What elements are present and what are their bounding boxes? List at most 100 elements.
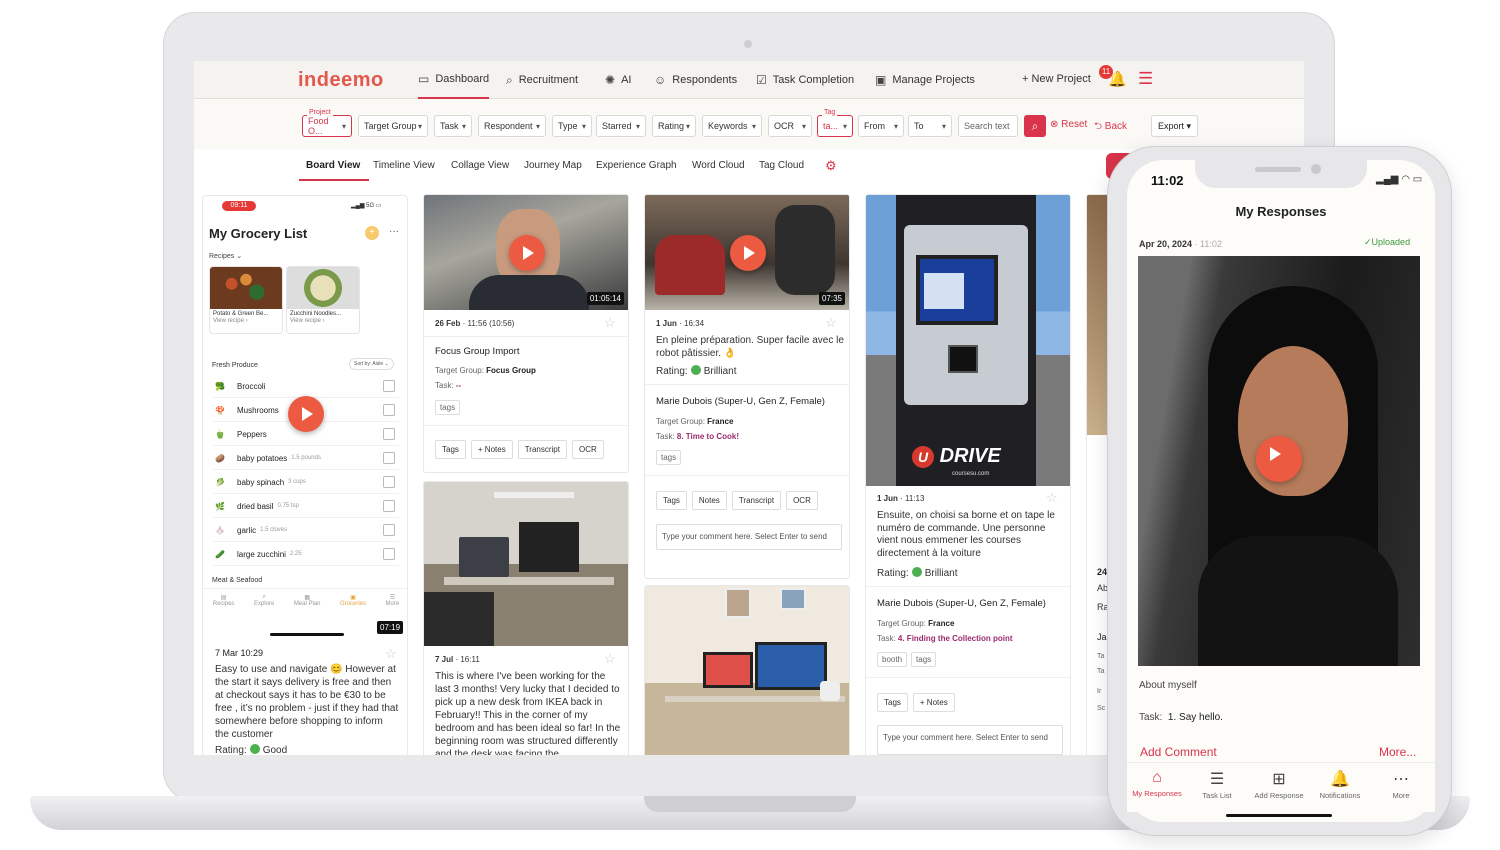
new-project-button[interactable]: + New Project — [1022, 73, 1091, 85]
nav-respondents[interactable]: ☺ Respondents — [654, 61, 737, 99]
nav-ai[interactable]: ✺ AI — [605, 61, 631, 99]
notes-button[interactable]: + Notes — [912, 693, 955, 712]
photo-thumbnail[interactable] — [645, 586, 849, 755]
tab-word-cloud[interactable]: Word Cloud — [692, 160, 745, 171]
response-card[interactable]: 01:05:14 26 Feb · 11:56 (10:56) ☆ Focus … — [423, 194, 629, 473]
more-icon: ··· — [389, 226, 399, 237]
checkbox — [383, 404, 395, 416]
add-comment-link[interactable]: Add Comment — [1140, 745, 1217, 759]
starred-filter[interactable]: Starred ▾ — [596, 115, 646, 137]
tab-meal-plan: ▦ Meal Plan — [293, 595, 321, 607]
video-duration: 01:05:14 — [586, 292, 624, 305]
response-card[interactable]: U DRIVE coursesu.com 1 Jun · 11:13 ☆ Ens… — [865, 194, 1071, 755]
tab-add-response[interactable]: ⊞ Add Response — [1249, 769, 1309, 800]
response-date: 1 Jun · 11:13 — [877, 494, 925, 503]
tab-tag-cloud[interactable]: Tag Cloud — [759, 160, 804, 171]
tab-task-list[interactable]: ☰ Task List — [1187, 769, 1247, 800]
rating: Rating: Good — [215, 744, 288, 755]
gear-icon[interactable]: ⚙ — [825, 158, 837, 174]
play-button[interactable] — [730, 235, 766, 271]
export-button[interactable]: Export ▾ — [1151, 115, 1199, 137]
checkbox — [383, 524, 395, 536]
star-icon[interactable]: ☆ — [825, 315, 837, 331]
tab-collage-view[interactable]: Collage View — [451, 160, 509, 171]
star-icon[interactable]: ☆ — [604, 651, 616, 667]
play-button[interactable] — [1256, 436, 1302, 482]
tab-board-view[interactable]: Board View — [306, 160, 360, 171]
rating: Rating: Brilliant — [877, 567, 958, 579]
more-link[interactable]: More... — [1379, 745, 1416, 759]
type-filter[interactable]: Type ▾ — [552, 115, 592, 137]
tag-filter[interactable]: Tag ta... ▾ — [817, 109, 853, 137]
response-card[interactable]: 7 Jul · 16:11 ☆ This is where I've been … — [423, 481, 629, 755]
tab-experience-graph[interactable]: Experience Graph — [596, 160, 677, 171]
nav-recruitment[interactable]: ⌕ Recruitment — [506, 61, 578, 99]
search-input[interactable]: Search text — [958, 115, 1018, 137]
nav-task-completion[interactable]: ☑ Task Completion — [756, 61, 854, 99]
photo-thumbnail[interactable] — [424, 482, 628, 646]
project-filter[interactable]: Project Food O... ▾ — [302, 109, 352, 137]
grocery-response-card[interactable]: 09:11 ▂▄▆ 5G ▭ My Grocery List + ··· Rec… — [202, 195, 408, 755]
from-date-filter[interactable]: From ▾ — [858, 115, 904, 137]
ocr-button[interactable]: OCR — [786, 491, 818, 510]
comment-input[interactable]: Type your comment here. Select Enter to … — [656, 524, 842, 550]
chevron-down-icon: ▾ — [341, 121, 346, 131]
response-date: 7 Jul · 16:11 — [435, 655, 480, 664]
tab-my-responses[interactable]: ⌂ My Responses — [1127, 769, 1187, 798]
target-group-filter[interactable]: Target Group ▾ — [358, 115, 428, 137]
chevron-down-icon: ▾ — [751, 121, 756, 131]
ocr-button[interactable]: OCR — [571, 440, 604, 459]
status-time: 09:11 — [222, 201, 256, 211]
produce-icon: 🥒 — [215, 549, 225, 559]
comment-input[interactable]: Type your comment here. Select Enter to … — [877, 725, 1063, 755]
video-thumbnail[interactable]: 07:35 — [645, 195, 849, 310]
nav-manage-projects[interactable]: ▣ Manage Projects — [875, 61, 975, 99]
tag-chip[interactable]: tags — [435, 400, 461, 415]
respondent-name: Marie Dubois (Super-U, Gen Z, Female) — [656, 396, 825, 407]
play-button[interactable] — [288, 396, 324, 432]
play-button[interactable] — [509, 235, 545, 271]
ocr-filter[interactable]: OCR ▾ — [768, 115, 812, 137]
notes-button[interactable]: Notes — [691, 491, 727, 510]
menu-icon[interactable]: ☰ — [1138, 69, 1153, 89]
video-thumbnail[interactable] — [1138, 256, 1420, 666]
back-button[interactable]: ⮌ Back — [1094, 119, 1127, 136]
checkbox — [383, 500, 395, 512]
laptop-camera — [744, 40, 752, 48]
logo[interactable]: indeemo — [298, 69, 384, 92]
tab-more[interactable]: ⋯ More — [1371, 769, 1431, 800]
transcript-button[interactable]: Transcript — [517, 440, 567, 459]
tag-chip[interactable]: tags — [656, 450, 682, 465]
photo-thumbnail[interactable]: U DRIVE coursesu.com — [866, 195, 1070, 486]
tags-button[interactable]: Tags — [877, 693, 908, 712]
rating-filter[interactable]: Rating ▾ — [652, 115, 696, 137]
produce-icon: 🧄 — [215, 525, 225, 535]
tab-groceries: ▣ Groceries — [340, 595, 367, 607]
notes-button[interactable]: + Notes — [470, 440, 513, 459]
task-filter[interactable]: Task ▾ — [434, 115, 472, 137]
search-button[interactable]: ⌕ — [1024, 115, 1046, 137]
respondent-filter[interactable]: Respondent ▾ — [478, 115, 546, 137]
smiley-icon — [911, 567, 922, 577]
tags-button[interactable]: Tags — [656, 491, 687, 510]
tag-chip[interactable]: tags — [911, 652, 937, 667]
star-icon[interactable]: ☆ — [604, 315, 616, 331]
tab-journey-map[interactable]: Journey Map — [524, 160, 582, 171]
star-icon[interactable]: ☆ — [1046, 490, 1058, 506]
response-card[interactable] — [644, 585, 850, 755]
star-icon[interactable]: ☆ — [385, 646, 397, 662]
transcript-button[interactable]: Transcript — [731, 491, 782, 510]
keywords-filter[interactable]: Keywords ▾ — [702, 115, 762, 137]
reset-button[interactable]: ⊗ Reset — [1050, 119, 1087, 130]
tab-notifications[interactable]: 🔔 Notifications — [1310, 769, 1370, 800]
response-card[interactable]: 07:35 1 Jun · 16:34 ☆ En pleine préparat… — [644, 194, 850, 579]
recipe-image — [210, 267, 282, 309]
home-indicator — [270, 633, 344, 636]
tags-button[interactable]: Tags — [435, 440, 466, 459]
nav-dashboard[interactable]: ▭ Dashboard — [418, 61, 490, 99]
video-thumbnail[interactable]: 01:05:14 — [424, 195, 628, 310]
tag-chip[interactable]: booth — [877, 652, 908, 667]
tab-timeline-view[interactable]: Timeline View — [373, 160, 435, 171]
response-date: 26 Feb · 11:56 (10:56) — [435, 319, 515, 328]
to-date-filter[interactable]: To ▾ — [908, 115, 952, 137]
